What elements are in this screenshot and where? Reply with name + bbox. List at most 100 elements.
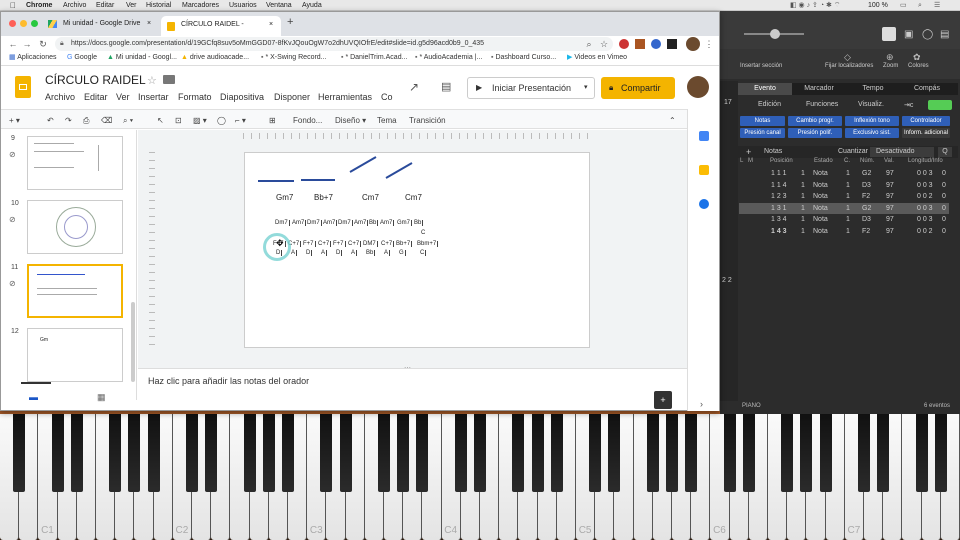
- slides-logo-icon[interactable]: [15, 76, 31, 98]
- piano-black-key[interactable]: [474, 414, 486, 492]
- piano-black-key[interactable]: [800, 414, 813, 492]
- slides-menu-disponer[interactable]: Disponer: [274, 92, 310, 102]
- piano-black-key[interactable]: [128, 414, 141, 492]
- piano-black-key[interactable]: [109, 414, 122, 492]
- cuantizar-select[interactable]: Desactivado: [870, 147, 934, 157]
- piano-black-key[interactable]: [454, 414, 467, 492]
- piano-black-key[interactable]: [320, 414, 333, 492]
- slides-menu-editar[interactable]: Editar: [84, 92, 108, 102]
- menu-ayuda[interactable]: Ayuda: [302, 0, 322, 11]
- piano-black-key[interactable]: [723, 414, 736, 492]
- piano-black-key[interactable]: [205, 414, 218, 492]
- menu-archivo[interactable]: Archivo: [63, 0, 86, 11]
- midi-in-toggle[interactable]: [928, 100, 952, 110]
- piano-black-key[interactable]: [666, 414, 678, 492]
- piano-black-key[interactable]: [589, 414, 602, 492]
- maximize-window-icon[interactable]: [31, 20, 38, 27]
- list-editor-icon[interactable]: [882, 27, 896, 41]
- tab-drive[interactable]: Mi unidad - Google Drive ×: [43, 15, 159, 33]
- piano-black-key[interactable]: [243, 414, 256, 492]
- close-window-icon[interactable]: [9, 20, 16, 27]
- shape-icon[interactable]: ◯: [217, 114, 226, 128]
- text-box-icon[interactable]: ⊡: [175, 114, 182, 128]
- piano-black-key[interactable]: [186, 414, 198, 492]
- app-name[interactable]: Chrome: [26, 0, 52, 11]
- extension-adblock-icon[interactable]: [619, 39, 629, 49]
- piano-black-key[interactable]: [819, 414, 832, 492]
- print-icon[interactable]: ⎙: [83, 114, 89, 128]
- menu-ver[interactable]: Ver: [126, 0, 137, 11]
- back-icon[interactable]: ←: [7, 38, 19, 50]
- share-button[interactable]: 🔒︎ Compartir: [601, 77, 675, 99]
- filter-inflexion[interactable]: Inflexión tono: [845, 116, 899, 126]
- piano-black-key[interactable]: [339, 414, 352, 492]
- piano-black-key[interactable]: [915, 414, 928, 492]
- profile-avatar[interactable]: [686, 37, 700, 51]
- piano-black-key[interactable]: [685, 414, 698, 492]
- piano-black-key[interactable]: [531, 414, 544, 492]
- comments-icon[interactable]: ▤: [441, 80, 451, 93]
- tab-close-icon[interactable]: ×: [269, 16, 273, 34]
- piano-black-key[interactable]: [877, 414, 890, 492]
- account-avatar[interactable]: [687, 76, 709, 98]
- tab-tempo[interactable]: Tempo: [846, 83, 900, 95]
- filter-presion-polif[interactable]: Presión polif.: [788, 128, 842, 138]
- piano-black-key[interactable]: [70, 414, 83, 492]
- menu-funciones[interactable]: Funciones: [806, 101, 838, 108]
- star-icon[interactable]: ☆: [147, 74, 157, 87]
- add-event-icon[interactable]: +: [746, 147, 751, 157]
- loop-browser-icon[interactable]: ◯: [922, 29, 933, 40]
- piano-black-key[interactable]: [646, 414, 659, 492]
- piano-black-key[interactable]: [262, 414, 275, 492]
- piano-black-key[interactable]: [378, 414, 390, 492]
- piano-black-key[interactable]: [13, 414, 26, 492]
- piano-black-key[interactable]: [858, 414, 870, 492]
- filter-cambio-progr[interactable]: Cambio progr.: [788, 116, 842, 126]
- theme-button[interactable]: Tema: [377, 114, 397, 128]
- volume-slider-knob[interactable]: [770, 29, 780, 39]
- tab-marcador[interactable]: Marcador: [792, 83, 846, 95]
- filter-controlador[interactable]: Controlador: [902, 116, 950, 126]
- slides-menu-ver[interactable]: Ver: [116, 92, 130, 102]
- colors-icon[interactable]: ✿: [913, 52, 921, 63]
- filter-arrow-icon[interactable]: ⇥c: [904, 101, 913, 109]
- q-button[interactable]: Q: [938, 147, 952, 157]
- menu-historial[interactable]: Historial: [146, 0, 171, 11]
- note-pad-icon[interactable]: ▣: [904, 29, 913, 40]
- image-icon[interactable]: ▨ ▾: [193, 114, 207, 128]
- slides-menu-diapositiva[interactable]: Diapositiva: [220, 92, 264, 102]
- tab-compas[interactable]: Compás: [900, 83, 954, 95]
- presentation-title[interactable]: CÍRCULO RAIDEL: [45, 73, 146, 87]
- browser-icon[interactable]: ▤: [940, 29, 949, 40]
- collapse-toolbar-icon[interactable]: ⌃: [669, 114, 676, 128]
- event-row[interactable]: 1 1 4 1 Nota 1 D3 97 0 0 3 0: [739, 180, 949, 191]
- piano-black-key[interactable]: [781, 414, 794, 492]
- menu-ventana[interactable]: Ventana: [266, 0, 292, 11]
- piano-black-key[interactable]: [934, 414, 947, 492]
- minimize-window-icon[interactable]: [20, 20, 27, 27]
- comment-add-icon[interactable]: ⊞: [269, 114, 276, 128]
- piano-black-key[interactable]: [51, 414, 64, 492]
- bookmark-audioacademia[interactable]: ▪ * AudioAcademia |...: [415, 52, 482, 64]
- event-row[interactable]: 1 4 3 1 Nota 1 F2 97 0 0 2 0: [739, 226, 949, 237]
- present-dropdown-icon[interactable]: ▾: [584, 78, 588, 98]
- slides-menu-formato[interactable]: Formato: [178, 92, 212, 102]
- resize-handle[interactable]: ⋯: [404, 364, 411, 372]
- bookmark-vimeo[interactable]: ▶ Videos en Vimeo: [567, 52, 627, 64]
- present-button[interactable]: ▶ Iniciar Presentación ▾: [467, 77, 595, 99]
- bookmark-danieltrim[interactable]: ▪ * DanielTrim.Acad...: [341, 52, 407, 64]
- event-row[interactable]: 1 3 4 1 Nota 1 D3 97 0 0 3 0: [739, 214, 949, 225]
- bookmark-drive-audio[interactable]: ▲ drive audioacade...: [181, 52, 249, 64]
- slide-thumb-11-selected[interactable]: [27, 264, 123, 318]
- filmstrip-scrollbar[interactable]: [131, 302, 135, 382]
- apple-icon[interactable]: : [10, 0, 16, 11]
- speaker-notes[interactable]: Haz clic para añadir las notas del orado…: [138, 368, 687, 410]
- bookmark-star-icon[interactable]: ☆: [598, 38, 610, 50]
- event-row[interactable]: 1 3 1 1 Nota 1 G2 97 0 0 3 0: [739, 202, 949, 214]
- slide-thumb-10[interactable]: [27, 200, 123, 254]
- redo-icon[interactable]: ↷: [65, 114, 72, 128]
- event-row[interactable]: 1 1 1 1 Nota 1 G2 97 0 0 3 0: [739, 168, 949, 179]
- bookmark-xswing[interactable]: ▪ * X-Swing Record...: [261, 52, 327, 64]
- layout-button[interactable]: Diseño ▾: [335, 114, 366, 128]
- bookmark-dashboard[interactable]: ▪ Dashboard Curso...: [491, 52, 556, 64]
